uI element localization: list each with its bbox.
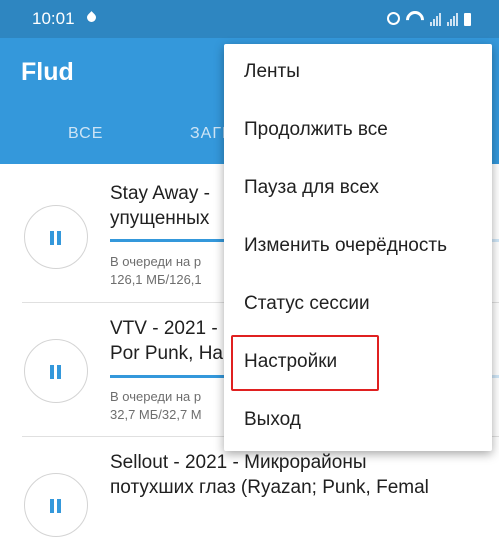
status-time: 10:01 <box>32 9 75 28</box>
settings-highlight-box <box>231 335 379 391</box>
alarm-icon <box>387 12 400 25</box>
menu-item-label: Пауза для всех <box>244 177 379 198</box>
status-bar: 10:01 <box>0 0 499 38</box>
torrent-status: В очереди на р <box>110 389 202 404</box>
menu-item-label: Ленты <box>244 61 300 82</box>
torrent-size: 126,1 МБ/126,1 <box>110 272 202 287</box>
menu-item-label: Изменить очерёдность <box>244 235 447 256</box>
tab-all[interactable]: ВСЕ <box>68 125 103 143</box>
torrent-size: 32,7 МБ/32,7 М <box>110 407 202 422</box>
menu-item-label: Продолжить все <box>244 119 388 140</box>
wifi-icon <box>406 8 424 26</box>
app-title: Flud <box>21 58 74 86</box>
pause-button[interactable] <box>24 339 88 403</box>
menu-item-pause-all[interactable]: Пауза для всех <box>224 160 492 218</box>
pause-icon <box>49 499 63 513</box>
torrent-title: Sellout - 2021 - Микрорайоны потухших гл… <box>110 452 429 498</box>
battery-icon <box>464 13 471 26</box>
menu-item-session-status[interactable]: Статус сессии <box>224 276 492 334</box>
pause-button[interactable] <box>24 473 88 537</box>
menu-item-resume-all[interactable]: Продолжить все <box>224 102 492 160</box>
menu-item-label: Статус сессии <box>244 293 370 314</box>
menu-item-feeds[interactable]: Ленты <box>224 44 492 102</box>
torrent-status: В очереди на р <box>110 254 202 269</box>
menu-item-label: Выход <box>244 409 301 430</box>
pause-icon <box>49 231 63 245</box>
signal-icon <box>430 12 441 26</box>
status-icons <box>387 10 471 26</box>
signal-icon <box>447 12 458 26</box>
pause-button[interactable] <box>24 205 88 269</box>
menu-item-reorder[interactable]: Изменить очерёдность <box>224 218 492 276</box>
menu-item-exit[interactable]: Выход <box>224 392 492 450</box>
water-drop-icon <box>85 11 98 24</box>
pause-icon <box>49 365 63 379</box>
